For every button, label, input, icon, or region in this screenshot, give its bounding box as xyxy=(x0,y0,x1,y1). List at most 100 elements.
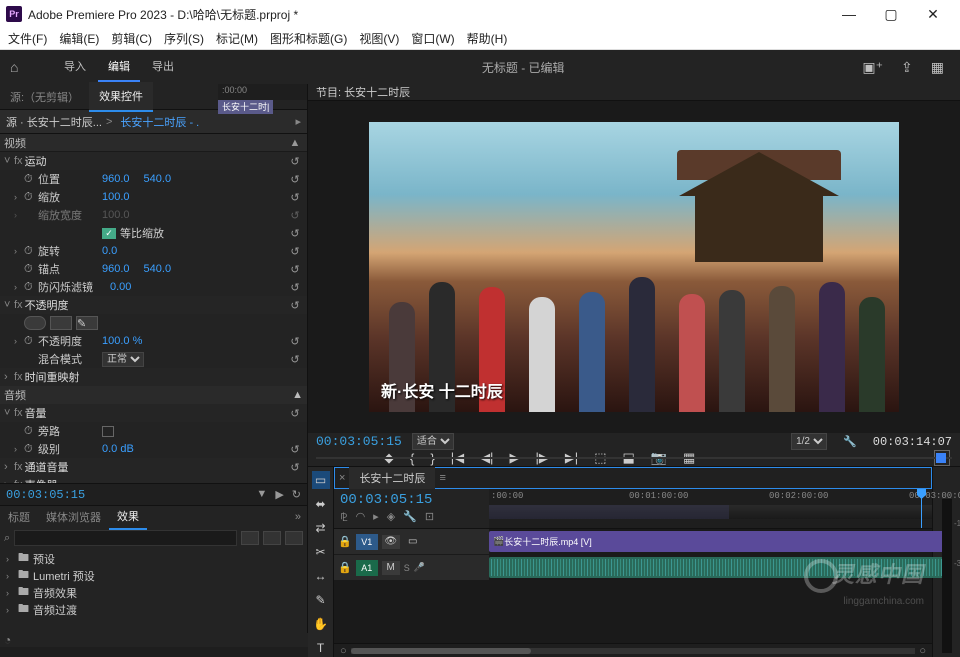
track-select-tool-icon[interactable]: ⬌ xyxy=(312,495,330,513)
stopwatch-icon[interactable]: ⏱ xyxy=(24,245,38,258)
program-tab[interactable]: 节目: 长安十二时辰 xyxy=(316,84,410,100)
fx-channel-volume[interactable]: 通道音量 xyxy=(25,459,287,475)
share-icon[interactable]: ⇪ xyxy=(901,59,913,76)
menu-window[interactable]: 窗口(W) xyxy=(405,30,460,47)
position-x[interactable]: 960.0 xyxy=(102,173,130,185)
reset-icon[interactable]: ↺ xyxy=(287,335,303,348)
toggle-track-output-icon[interactable]: 👁 xyxy=(382,535,400,549)
badge-32-icon[interactable] xyxy=(263,531,281,545)
sync-lock-icon[interactable]: ▭ xyxy=(404,535,422,549)
marker-icon[interactable]: ▸ xyxy=(373,510,379,525)
fx-timeremap[interactable]: 时间重映射 xyxy=(25,369,303,385)
scale-val[interactable]: 100.0 xyxy=(102,191,130,203)
resolution-select[interactable]: 1/2 xyxy=(791,433,827,450)
menu-edit[interactable]: 编辑(E) xyxy=(53,30,105,47)
stopwatch-icon[interactable]: ⏱ xyxy=(24,191,38,204)
slip-tool-icon[interactable]: ↔ xyxy=(312,567,330,585)
fx-opacity[interactable]: 不透明度 xyxy=(25,297,287,313)
minimize-button[interactable]: — xyxy=(828,0,870,28)
antiflicker-val[interactable]: 0.00 xyxy=(110,281,131,293)
razor-tool-icon[interactable]: ✂ xyxy=(312,543,330,561)
zoom-scrollbar[interactable]: ○○ xyxy=(334,643,932,657)
bypass-checkbox[interactable] xyxy=(102,426,114,437)
lock-icon[interactable]: 🔒 xyxy=(338,561,352,574)
pen-tool-icon[interactable]: ✎ xyxy=(312,591,330,609)
menu-help[interactable]: 帮助(H) xyxy=(461,30,514,47)
tab-source[interactable]: 源:（无剪辑） xyxy=(0,83,89,111)
workspace-menu-icon[interactable]: ▦ xyxy=(931,59,944,76)
video-clip[interactable]: 🎬 长安十二时辰.mp4 [V] xyxy=(489,531,944,552)
menu-graphics[interactable]: 图形和标题(G) xyxy=(264,30,353,47)
menu-sequence[interactable]: 序列(S) xyxy=(158,30,210,47)
filter-icon[interactable]: ▼ xyxy=(256,488,267,501)
effect-folder[interactable]: ›🖿音频效果 xyxy=(0,584,307,601)
reset-icon[interactable]: ↺ xyxy=(287,209,303,222)
timeline-timecode[interactable]: 00:03:05:15 xyxy=(340,492,483,508)
stopwatch-icon[interactable]: ⏱ xyxy=(24,263,38,276)
selection-tool-icon[interactable]: ▭ xyxy=(312,471,330,489)
reset-icon[interactable]: ↺ xyxy=(287,173,303,186)
effects-search-input[interactable] xyxy=(14,530,237,546)
sequence-name[interactable]: 长安十二时辰 - . xyxy=(120,114,199,130)
caption-icon[interactable]: ⊡ xyxy=(425,510,434,525)
fx-motion[interactable]: 运动 xyxy=(25,153,287,169)
playhead[interactable] xyxy=(921,489,922,528)
fx-volume[interactable]: 音量 xyxy=(25,405,287,421)
out-marker-icon[interactable] xyxy=(936,453,946,463)
reset-icon[interactable]: ↺ xyxy=(287,245,303,258)
uniform-scale-checkbox[interactable]: ✓ xyxy=(102,228,116,239)
reset-icon[interactable]: ↺ xyxy=(287,407,303,420)
effect-timecode[interactable]: 00:03:05:15 xyxy=(6,488,85,502)
snap-icon[interactable]: ⅊ xyxy=(340,510,348,525)
reset-icon[interactable]: ↺ xyxy=(287,227,303,240)
wrench-icon[interactable]: 🔧 xyxy=(843,435,857,448)
reset-icon[interactable]: ↺ xyxy=(287,281,303,294)
rotation-val[interactable]: 0.0 xyxy=(102,245,117,257)
reset-icon[interactable]: ↺ xyxy=(287,353,303,366)
reset-icon[interactable]: ↺ xyxy=(287,191,303,204)
loop-icon[interactable]: ↻ xyxy=(292,488,301,501)
play-icon[interactable]: ▶ xyxy=(275,488,283,501)
menu-markers[interactable]: 标记(M) xyxy=(210,30,264,47)
reset-icon[interactable]: ↺ xyxy=(287,263,303,276)
tab-effect-controls[interactable]: 效果控件 xyxy=(89,82,153,112)
timeline-ruler[interactable]: :00:00 00:01:00:00 00:02:00:00 00:03:00:… xyxy=(489,489,932,528)
home-icon[interactable]: ⌂ xyxy=(10,59,34,75)
blend-mode-select[interactable]: 正常 xyxy=(102,352,144,367)
pen-mask-icon[interactable]: ✎ xyxy=(76,316,98,330)
opacity-val[interactable]: 100.0 % xyxy=(102,335,142,347)
lock-icon[interactable]: 🔒 xyxy=(338,535,352,548)
mute-button[interactable]: M xyxy=(382,561,400,575)
effect-folder[interactable]: ›🖿音频过渡 xyxy=(0,601,307,618)
wrench-icon[interactable]: 🔧 xyxy=(403,510,417,525)
hand-tool-icon[interactable]: ✋ xyxy=(312,615,330,633)
workspace-export[interactable]: 导出 xyxy=(142,52,184,82)
program-timecode-left[interactable]: 00:03:05:15 xyxy=(316,434,402,449)
panel-menu-icon[interactable]: » xyxy=(287,507,307,527)
effect-folder[interactable]: ›🖿预设 xyxy=(0,550,307,567)
type-tool-icon[interactable]: T xyxy=(312,639,330,657)
anchor-y[interactable]: 540.0 xyxy=(144,263,172,275)
reset-icon[interactable]: ↺ xyxy=(287,443,303,456)
panel-menu-icon[interactable]: ≡ xyxy=(439,472,445,484)
maximize-button[interactable]: ▢ xyxy=(870,0,912,28)
ellipse-mask-icon[interactable] xyxy=(24,316,46,330)
settings-icon[interactable]: ◈ xyxy=(387,510,395,525)
stopwatch-icon[interactable]: ⏱ xyxy=(24,425,38,438)
v1-source-patch[interactable]: V1 xyxy=(356,534,378,550)
reset-icon[interactable]: ▲ xyxy=(287,137,303,149)
menu-file[interactable]: 文件(F) xyxy=(2,30,53,47)
stopwatch-icon[interactable]: ⏱ xyxy=(24,281,38,294)
rect-mask-icon[interactable] xyxy=(50,316,72,330)
tab-titles[interactable]: 标题 xyxy=(0,505,38,529)
ripple-tool-icon[interactable]: ⇄ xyxy=(312,519,330,537)
effect-mini-ruler[interactable]: :00:00 xyxy=(218,84,307,100)
menu-view[interactable]: 视图(V) xyxy=(353,30,405,47)
position-y[interactable]: 540.0 xyxy=(144,173,172,185)
tab-effects[interactable]: 效果 xyxy=(109,504,147,530)
program-monitor[interactable]: 新·长安 十二时辰 xyxy=(308,101,960,433)
level-val[interactable]: 0.0 dB xyxy=(102,443,134,455)
anchor-x[interactable]: 960.0 xyxy=(102,263,130,275)
workspace-edit[interactable]: 编辑 xyxy=(98,52,140,82)
solo-button[interactable]: S xyxy=(404,563,410,573)
